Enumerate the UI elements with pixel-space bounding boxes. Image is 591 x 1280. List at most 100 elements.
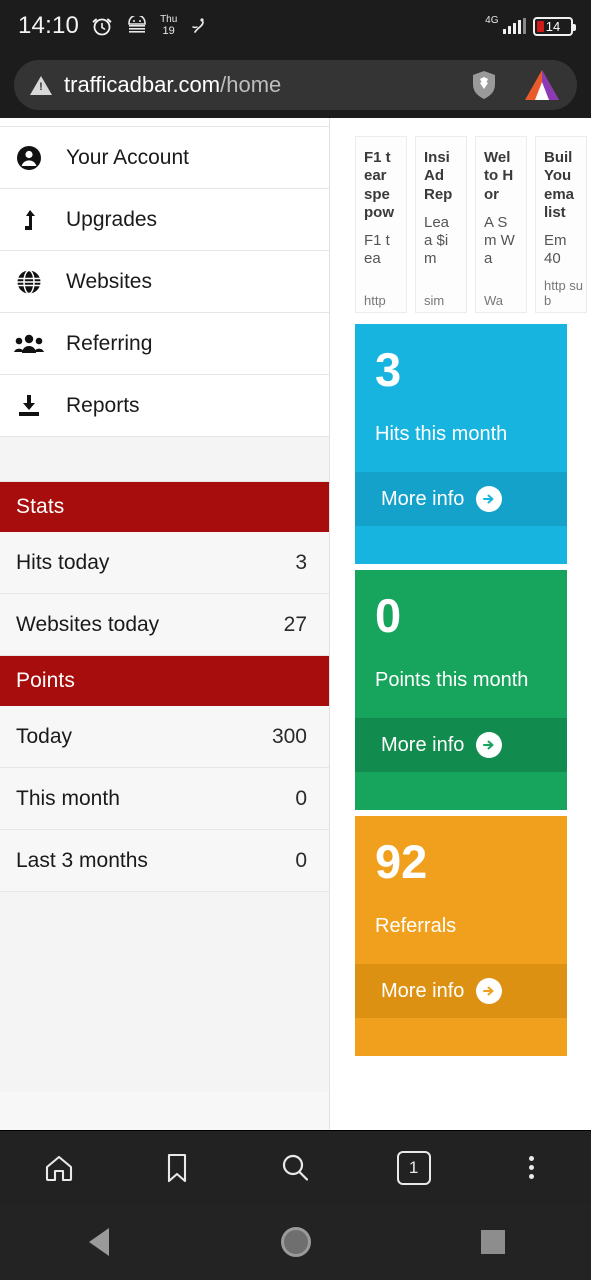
calendar-icon: Thu 19	[160, 15, 177, 37]
search-icon[interactable]	[265, 1142, 325, 1194]
referrals-tile: 92 Referrals More info	[355, 816, 567, 1056]
arrow-right-icon	[476, 732, 503, 758]
points-section-header: Points	[0, 656, 329, 706]
promo-card-body: Lea a $im	[424, 213, 450, 268]
points-row-label: Today	[16, 724, 73, 748]
battery-icon: 14	[533, 16, 576, 36]
recents-square-icon	[480, 1230, 505, 1254]
points-row-last-3-months: Last 3 months 0	[0, 830, 329, 892]
bookmark-icon[interactable]	[147, 1142, 207, 1194]
tile-value: 3	[375, 343, 402, 396]
promo-card-link[interactable]: Wa	[484, 293, 503, 308]
tile-value: 0	[375, 589, 402, 642]
more-info-button[interactable]: More info	[355, 472, 567, 526]
nav-back-button[interactable]	[39, 1228, 159, 1256]
sidebar-item-dashboard-cutoff[interactable]	[0, 118, 329, 127]
promo-card-title: Insi Ad Rep	[424, 149, 453, 203]
overflow-menu-icon[interactable]	[502, 1142, 562, 1194]
tab-count-label: 1	[396, 1150, 431, 1185]
nav-home-button[interactable]	[236, 1227, 356, 1257]
more-info-label: More info	[381, 487, 465, 510]
points-row-this-month: This month 0	[0, 768, 329, 830]
more-info-button[interactable]: More info	[355, 718, 567, 772]
points-row-value: 0	[295, 786, 307, 810]
calendar-daynum: 19	[162, 25, 175, 37]
people-group-icon	[14, 333, 44, 355]
promo-card-title: Buil You ema list	[544, 149, 575, 221]
download-tray-icon	[14, 393, 44, 419]
main-content-panel: F1 tear spe pow F1 tea http Insi Ad Rep …	[331, 118, 591, 1130]
network-type-label: 4G	[485, 14, 499, 26]
promo-card[interactable]: F1 tear spe pow F1 tea http	[355, 136, 407, 313]
calendar-weekday: Thu	[160, 14, 178, 25]
stats-row-label: Websites today	[16, 612, 160, 636]
nav-recents-button[interactable]	[433, 1230, 553, 1254]
sidebar-item-label: Your Account	[66, 145, 189, 169]
sidebar-item-reports[interactable]: Reports	[0, 375, 329, 437]
home-icon[interactable]	[29, 1142, 89, 1194]
browser-url-bar-container: trafficadbar.com/home	[0, 52, 591, 118]
promo-card-strip[interactable]: F1 tear spe pow F1 tea http Insi Ad Rep …	[331, 118, 591, 318]
more-info-label: More info	[381, 979, 465, 1002]
user-circle-icon	[14, 145, 44, 171]
url-bar[interactable]: trafficadbar.com/home	[14, 60, 577, 110]
arrow-right-icon	[476, 486, 503, 512]
insecure-warning-icon[interactable]	[30, 75, 52, 95]
home-circle-icon	[280, 1227, 311, 1257]
promo-card[interactable]: Insi Ad Rep Lea a $im sim	[415, 136, 467, 313]
arrow-right-icon	[476, 978, 503, 1004]
globe-icon	[14, 269, 44, 295]
stats-section-header: Stats	[0, 482, 329, 532]
browser-bottom-toolbar: 1	[0, 1130, 591, 1204]
promo-card-title: Wel to Hor	[484, 149, 514, 203]
points-row-label: Last 3 months	[16, 848, 148, 872]
sidebar-item-upgrades[interactable]: Upgrades	[0, 189, 329, 251]
sidebar-item-label: Upgrades	[66, 207, 158, 231]
brave-logo-icon[interactable]	[523, 68, 561, 102]
more-info-label: More info	[381, 733, 465, 756]
promo-card-link[interactable]: http sub	[544, 279, 586, 308]
stats-row-value: 3	[295, 550, 307, 574]
site-sidebar: Your Account Upgrades Websites Referring	[0, 118, 330, 1130]
promo-card-body: A Sm Wa	[484, 213, 515, 268]
points-row-value: 300	[271, 724, 307, 748]
sidebar-item-referring[interactable]: Referring	[0, 313, 329, 375]
stats-row-websites-today: Websites today 27	[0, 594, 329, 656]
alarm-clock-icon	[90, 14, 114, 38]
tile-caption: Hits this month	[375, 423, 508, 445]
promo-card[interactable]: Wel to Hor A Sm Wa Wa	[475, 136, 527, 313]
battery-percent-label: 14	[545, 18, 561, 34]
sidebar-item-label: Websites	[66, 269, 152, 293]
points-row-today: Today 300	[0, 706, 329, 768]
android-status-bar: 14:10 Thu 19 4G 14	[0, 0, 591, 52]
points-row-label: This month	[16, 786, 120, 810]
back-triangle-icon	[88, 1228, 109, 1256]
status-bar-clock: 14:10	[18, 12, 80, 39]
tile-value: 92	[375, 835, 428, 888]
points-row-value: 0	[295, 848, 307, 872]
tile-caption: Referrals	[375, 915, 457, 937]
android-system-icon	[125, 16, 149, 36]
promo-card-body: F1 tea	[364, 232, 390, 268]
web-page-viewport: Your Account Upgrades Websites Referring	[0, 118, 591, 1130]
tile-caption: Points this month	[375, 669, 529, 691]
arrow-up-step-icon	[14, 207, 44, 233]
url-domain: trafficadbar.com	[64, 72, 221, 97]
brave-shields-lion-icon[interactable]	[467, 68, 501, 102]
tab-switcher-button[interactable]: 1	[384, 1142, 444, 1194]
promo-card-title: F1 tear spe pow	[364, 149, 394, 221]
stats-row-hits-today: Hits today 3	[0, 532, 329, 594]
promo-card-link[interactable]: http	[364, 293, 386, 308]
sidebar-item-your-account[interactable]: Your Account	[0, 127, 329, 189]
sidebar-item-websites[interactable]: Websites	[0, 251, 329, 313]
stats-row-label: Hits today	[16, 550, 110, 574]
sidebar-item-label: Referring	[66, 331, 153, 355]
hits-this-month-tile: 3 Hits this month More info	[355, 324, 567, 564]
url-text[interactable]: trafficadbar.com/home	[64, 72, 455, 98]
promo-card-link[interactable]: sim	[424, 293, 444, 308]
more-info-button[interactable]: More info	[355, 964, 567, 1018]
sidebar-item-label: Reports	[66, 393, 140, 417]
device-screen: 14:10 Thu 19 4G 14 ! trafficadbar.com/ho…	[0, 0, 591, 1280]
promo-card[interactable]: Buil You ema list Em 40 http sub	[535, 136, 587, 313]
activity-icon	[188, 15, 210, 37]
